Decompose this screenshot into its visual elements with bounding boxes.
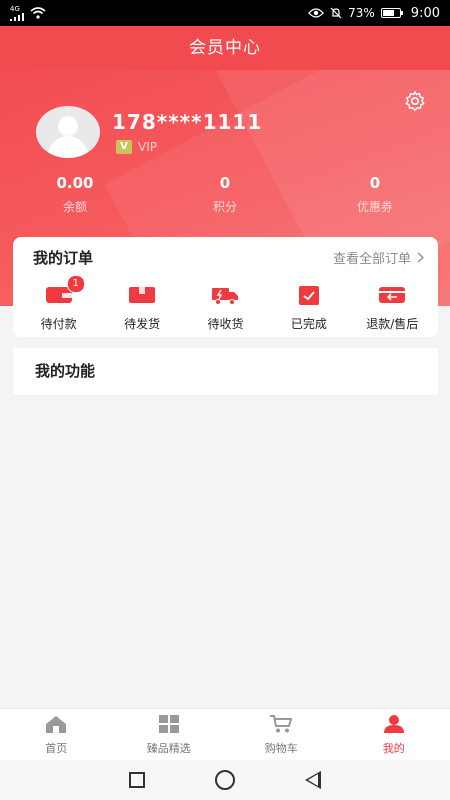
back-button[interactable] [305,771,321,789]
stat-label: 余额 [62,200,87,214]
unread-badge: 1 [66,275,85,293]
stat-coupons[interactable]: 0 优惠券 [300,174,450,215]
wifi-icon [30,7,46,19]
my-functions-card: 我的功能 [13,348,438,395]
mute-bell-icon [330,7,342,19]
tab-cart[interactable]: 购物车 [225,709,338,761]
network-type: 4G [10,4,20,13]
order-status-label: 待发货 [124,317,161,331]
order-refund-aftersales[interactable]: 退款/售后 [352,277,432,332]
functions-title: 我的功能 [35,362,96,380]
network-indicator: 4G [10,4,24,21]
home-button[interactable] [215,770,235,790]
bottom-tab-bar: 首页 臻品精选 购物车 我的 [0,708,450,761]
order-status-label: 已完成 [290,317,327,331]
tab-label: 臻品精选 [146,742,191,755]
clipboard-check-icon [298,286,319,305]
view-all-orders-link[interactable]: 查看全部订单 [333,248,424,267]
status-right: 73% 9:00 [308,6,440,21]
stat-value: 0 [369,174,381,192]
orders-header: 我的订单 查看全部订单 [13,237,438,277]
grid-icon [158,715,179,733]
stat-label: 积分 [212,200,237,214]
order-completed[interactable]: 已完成 [269,277,349,332]
order-status-row: 1 待付款 待发货 待收货 已完成 退款/售后 [13,275,438,332]
battery-icon [380,8,403,18]
truck-icon [212,288,239,305]
package-icon [129,287,156,303]
avatar-head [58,116,78,136]
order-status-label: 待收货 [207,317,244,331]
home-icon [46,716,67,733]
my-orders-card: 我的订单 查看全部订单 1 待付款 待发货 待收货 已完成 退款/售后 [13,237,438,337]
order-pending-receipt[interactable]: 待收货 [185,277,265,332]
tab-label: 购物车 [264,742,298,755]
user-icon [383,715,404,733]
order-status-label: 待付款 [40,317,77,331]
order-status-label: 退款/售后 [366,317,419,331]
stat-value: 0 [219,174,231,192]
chevron-right-icon [417,252,424,262]
user-phone: 178****1111 [112,110,263,134]
tab-label: 我的 [382,742,405,755]
avatar-body [48,136,88,158]
avatar[interactable] [36,106,100,158]
status-bar: 4G 73% 9:00 [0,0,450,26]
settings-gear-icon[interactable] [404,90,426,112]
cart-icon [270,715,293,733]
status-left: 4G [10,4,46,21]
stat-balance[interactable]: 0.00 余额 [0,174,150,215]
tab-mine[interactable]: 我的 [338,709,450,761]
vip-badge-icon: V [116,140,132,154]
tab-home[interactable]: 首页 [0,709,113,761]
system-nav-bar [0,760,450,800]
page-title: 会员中心 [0,26,450,70]
signal-icon [10,12,24,21]
stat-points[interactable]: 0 积分 [150,174,300,215]
vip-level: V VIP [116,140,157,154]
order-pending-shipment[interactable]: 待发货 [102,277,182,332]
order-pending-payment[interactable]: 1 待付款 [19,275,99,332]
view-all-label: 查看全部订单 [332,251,411,267]
member-stats: 0.00 余额 0 积分 0 优惠券 [0,174,450,215]
recent-apps-button[interactable] [129,772,145,788]
eye-icon [308,8,324,18]
orders-title: 我的订单 [33,248,94,267]
stat-label: 优惠券 [356,200,393,214]
clock: 9:00 [410,5,440,21]
battery-percent: 73% [348,6,375,20]
tab-label: 首页 [45,742,68,755]
stat-value: 0.00 [56,174,94,192]
tab-featured[interactable]: 臻品精选 [113,709,226,761]
vip-label: VIP [138,140,157,154]
refund-icon [379,287,406,303]
